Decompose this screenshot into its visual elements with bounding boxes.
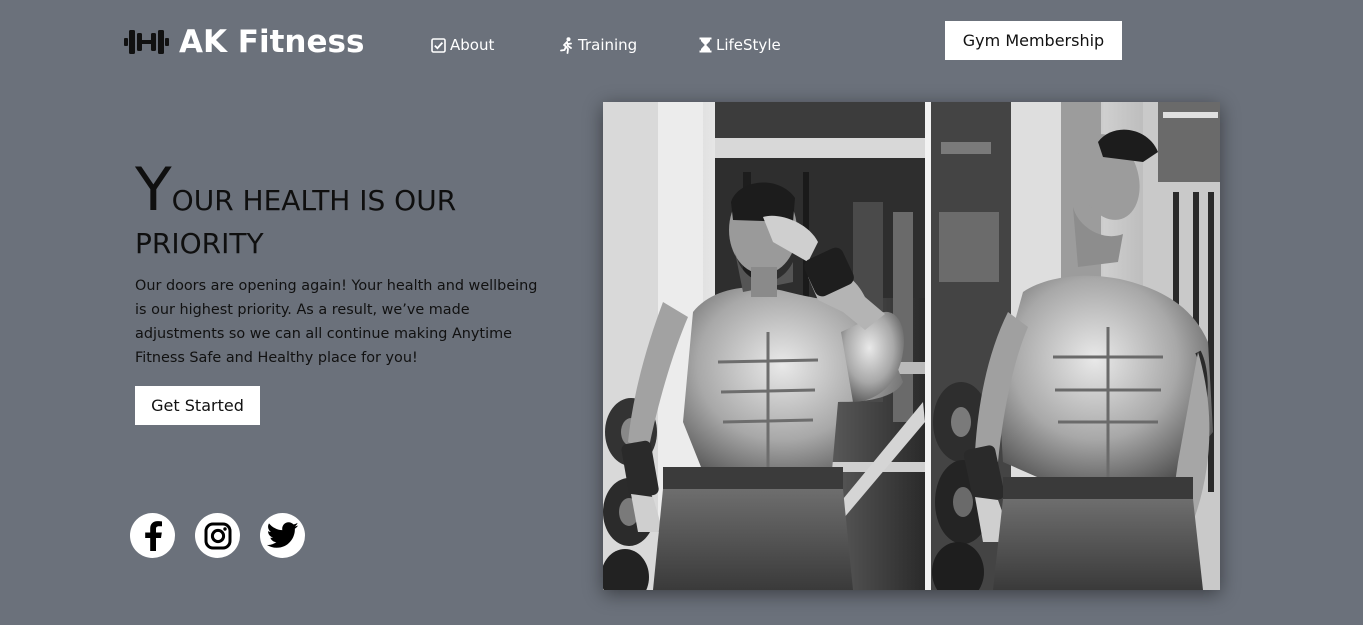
nav-about[interactable]: About	[431, 34, 494, 56]
gym-photo	[603, 102, 1220, 590]
hero-paragraph: Our doors are opening again! Your health…	[135, 278, 538, 366]
hero-heading: Your health is our priority	[135, 160, 555, 265]
get-started-button[interactable]: Get Started	[135, 386, 260, 425]
hero-heading-rest: our health is our priority	[135, 184, 457, 260]
gym-membership-button[interactable]: Gym Membership	[945, 21, 1122, 60]
instagram-icon	[204, 522, 232, 550]
brand-logo[interactable]: AK Fitness	[124, 22, 364, 62]
hero-heading-initial: Y	[135, 155, 172, 225]
dumbbell-icon	[124, 27, 169, 57]
hourglass-icon	[699, 37, 712, 53]
running-icon	[559, 36, 574, 54]
twitter-icon	[266, 522, 299, 549]
nav-lifestyle[interactable]: LifeStyle	[699, 34, 781, 56]
instagram-link[interactable]	[195, 513, 240, 558]
twitter-link[interactable]	[260, 513, 305, 558]
nav-training[interactable]: Training	[559, 34, 637, 56]
facebook-link[interactable]	[130, 513, 175, 558]
nav-about-label: About	[450, 36, 495, 54]
brand-name: AK Fitness	[179, 24, 365, 60]
nav-training-label: Training	[578, 36, 638, 54]
nav-lifestyle-label: LifeStyle	[716, 36, 781, 54]
checkbox-icon	[431, 37, 446, 53]
facebook-icon	[142, 520, 164, 551]
